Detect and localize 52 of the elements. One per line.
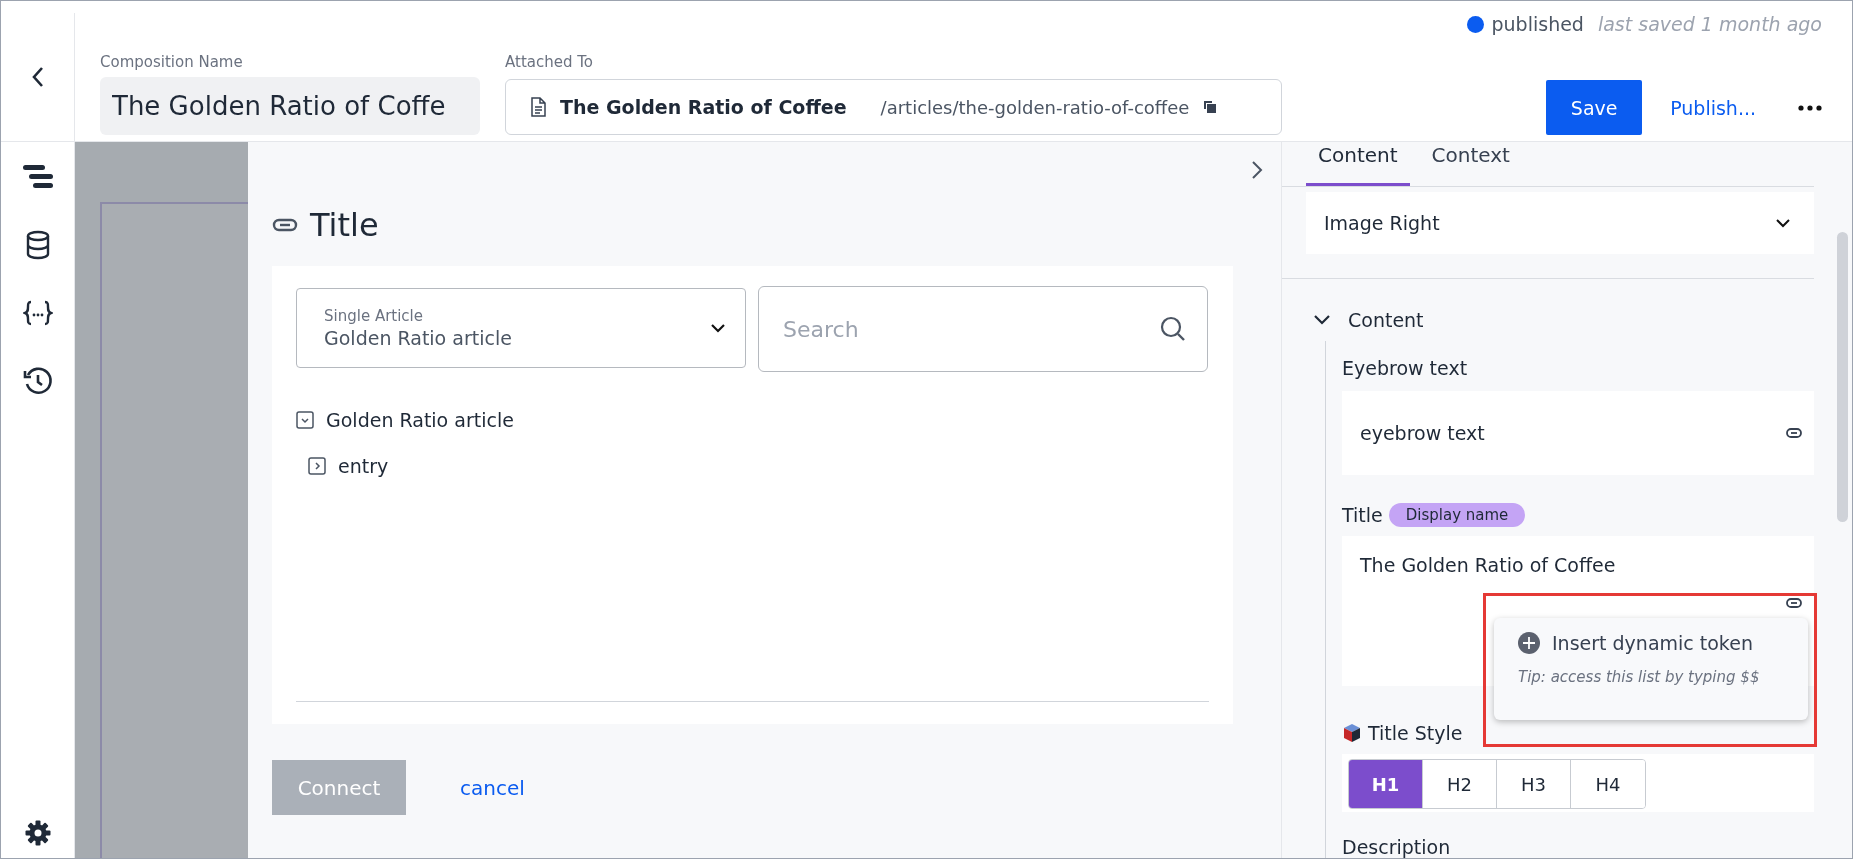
tree-item[interactable]: Golden Ratio article (326, 409, 514, 431)
chevron-down-icon (1776, 218, 1790, 228)
scrollbar[interactable] (1837, 232, 1848, 522)
plus-icon (1518, 632, 1540, 654)
database-icon[interactable] (24, 230, 51, 260)
attached-to-field[interactable]: The Golden Ratio of Coffee /articles/the-golden-ratio-of-coffee (505, 79, 1282, 135)
article-title: The Golden Ratio of Coffee (560, 96, 847, 118)
tab[interactable]: Context (1419, 143, 1522, 186)
link-icon (1786, 428, 1802, 438)
back-icon[interactable] (30, 66, 45, 88)
composition-name-field[interactable]: The Golden Ratio of Coffe (100, 77, 480, 135)
field-label: Attached To (505, 53, 594, 71)
search-icon (1160, 316, 1186, 342)
link-icon (272, 218, 298, 232)
panel-title: Title (310, 206, 379, 244)
article-path: /articles/the-golden-ratio-of-coffee (880, 96, 1190, 118)
section-title: Content (1348, 309, 1424, 331)
save-button[interactable]: Save (1546, 80, 1643, 135)
field-label: Title (1342, 504, 1383, 526)
field-label: Description (1342, 836, 1452, 858)
more-icon[interactable] (1798, 104, 1822, 111)
expand-icon[interactable] (308, 457, 326, 475)
history-icon[interactable] (22, 366, 53, 396)
insert-token-item[interactable]: Insert dynamic token (1518, 632, 1788, 654)
variables-icon[interactable] (22, 300, 53, 326)
search-field[interactable]: Search (758, 286, 1208, 372)
tip-text: Tip: access this list by typing $$ (1518, 668, 1761, 686)
cube-icon (1342, 723, 1362, 743)
chevron-down-icon[interactable] (1314, 315, 1330, 325)
field-label: Composition Name (100, 53, 244, 71)
field-label: Eyebrow text (1342, 357, 1469, 379)
variant-dropdown[interactable]: Image Right (1306, 192, 1814, 254)
settings-icon[interactable] (24, 820, 51, 846)
last-saved-text: last saved 1 month ago (1597, 13, 1822, 35)
field-label: Title Style (1368, 722, 1463, 744)
cancel-link[interactable]: cancel (454, 774, 531, 801)
layers-icon[interactable] (22, 164, 53, 190)
document-icon (530, 97, 546, 117)
publish-link[interactable]: Publish... (1670, 96, 1756, 119)
status-text: published (1491, 13, 1584, 35)
link-icon[interactable] (1786, 598, 1802, 608)
tab[interactable]: Content (1306, 143, 1410, 186)
display-name-tag: Display name (1388, 503, 1526, 527)
chevron-down-icon (711, 323, 725, 333)
status-dot (1466, 15, 1484, 33)
source-dropdown[interactable]: Single Article Golden Ratio article (296, 288, 746, 368)
heading-option[interactable]: H1 (1349, 760, 1423, 808)
tree-item[interactable]: entry (338, 455, 389, 477)
collapse-icon[interactable] (296, 411, 314, 429)
eyebrow-field[interactable]: eyebrow text (1342, 391, 1814, 475)
copy-icon[interactable] (1203, 100, 1218, 114)
chevron-right-icon[interactable] (1251, 160, 1263, 180)
